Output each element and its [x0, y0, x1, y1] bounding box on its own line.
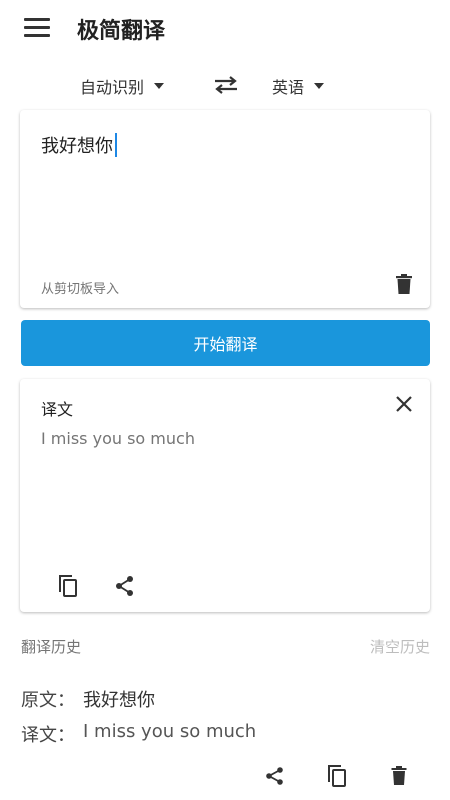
app-title: 极简翻译 — [77, 19, 166, 44]
copy-icon[interactable] — [326, 764, 348, 788]
app-root: 极简翻译 自动识别 英语 我好想你 从剪切板导入 开始翻译 译文 I miss … — [0, 0, 450, 800]
language-selector-row: 自动识别 英语 — [0, 66, 450, 106]
source-text-value: 我好想你 — [41, 136, 113, 157]
input-card: 我好想你 从剪切板导入 — [20, 110, 430, 308]
history-source-label: 原文： — [21, 690, 75, 711]
output-title: 译文 — [41, 400, 74, 419]
text-cursor — [115, 133, 117, 157]
import-from-clipboard-link[interactable]: 从剪切板导入 — [41, 278, 119, 297]
trash-icon[interactable] — [391, 766, 407, 785]
translated-text: I miss you so much — [41, 429, 195, 448]
chevron-down-icon — [154, 83, 165, 89]
history-source-text: 我好想你 — [83, 690, 155, 711]
history-item[interactable]: 原文： 我好想你 译文： I miss you so much — [21, 686, 430, 796]
target-language-label: 英语 — [272, 78, 305, 97]
history-target-line: 译文： I miss you so much — [21, 721, 256, 747]
start-translate-button[interactable]: 开始翻译 — [21, 320, 430, 366]
output-card: 译文 I miss you so much — [20, 379, 430, 612]
swap-icon[interactable] — [213, 74, 239, 96]
history-title: 翻译历史 — [21, 638, 82, 656]
history-target-text: I miss you so much — [83, 721, 257, 742]
share-icon[interactable] — [265, 766, 285, 786]
history-target-label: 译文： — [21, 725, 75, 746]
chevron-down-icon — [314, 83, 325, 89]
trash-icon[interactable] — [395, 274, 413, 294]
history-source-line: 原文： 我好想你 — [21, 686, 155, 712]
close-icon[interactable] — [395, 395, 413, 413]
source-text-input[interactable]: 我好想你 — [41, 132, 117, 158]
top-app-bar: 极简翻译 — [0, 0, 450, 56]
clear-history-button[interactable]: 清空历史 — [370, 636, 430, 657]
copy-icon[interactable] — [57, 574, 79, 598]
source-language-label: 自动识别 — [80, 78, 145, 97]
source-language-dropdown[interactable]: 自动识别 — [80, 74, 165, 98]
target-language-dropdown[interactable]: 英语 — [272, 74, 325, 98]
share-icon[interactable] — [115, 575, 135, 597]
menu-icon[interactable] — [24, 18, 52, 38]
